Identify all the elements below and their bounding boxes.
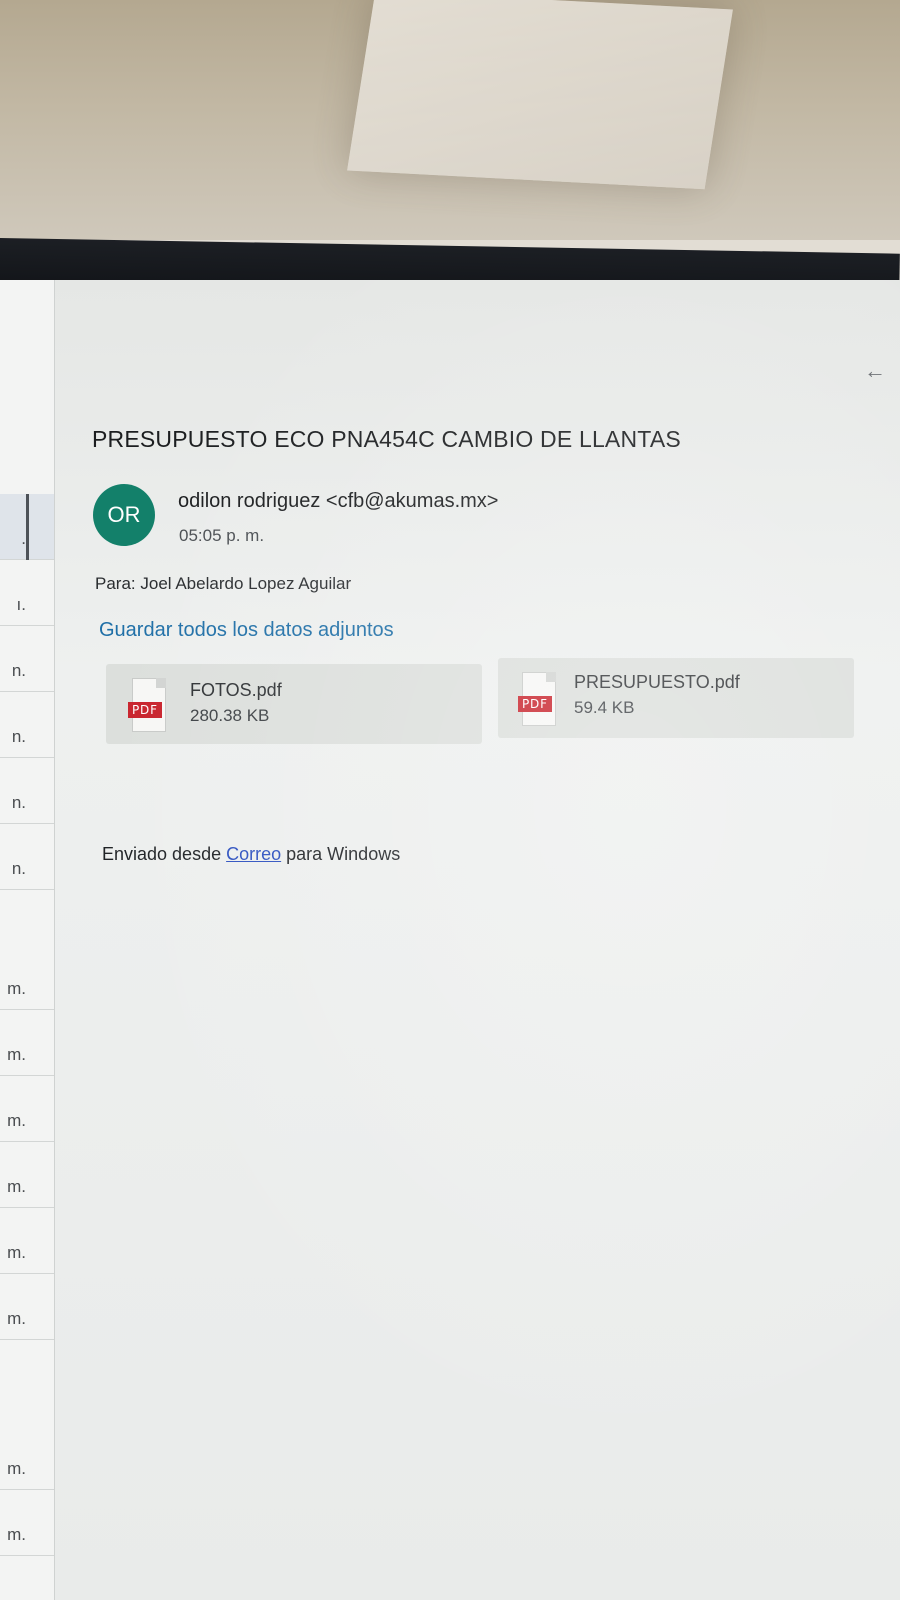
message-time: n. xyxy=(11,793,26,812)
message-list-item[interactable]: ı. xyxy=(0,560,54,626)
signature-suffix: para Windows xyxy=(286,844,401,864)
avatar-initials: OR xyxy=(107,502,141,527)
sender-name: odilon rodriguez xyxy=(178,490,321,512)
attachment-fotos[interactable]: PDF FOTOS.pdf 280.38 KB xyxy=(106,664,482,744)
mail-window: . ı. n. n. n. n. m. m. m. m. m. m. m. m.… xyxy=(0,280,900,1600)
attachment-size: 59.4 KB xyxy=(574,698,635,717)
message-list-item[interactable]: m. xyxy=(0,1142,54,1208)
save-all-attachments-link[interactable]: Guardar todos los datos adjuntos xyxy=(99,619,394,642)
back-arrow-icon[interactable]: ← xyxy=(864,358,886,384)
message-time: m. xyxy=(7,1177,26,1196)
message-list-item[interactable]: n. xyxy=(0,758,54,824)
message-time: m. xyxy=(7,1045,26,1064)
pdf-badge: PDF xyxy=(518,696,552,712)
message-list-item[interactable]: m. xyxy=(0,890,54,1010)
sender-email: <cfb@akumas.mx> xyxy=(325,490,499,512)
signature-prefix: Enviado desde xyxy=(102,844,222,864)
selected-indicator xyxy=(26,494,29,560)
message-time: n. xyxy=(11,727,26,746)
ceiling-light-panel xyxy=(347,0,733,190)
correo-link[interactable]: Correo xyxy=(226,844,281,864)
message-list-item[interactable]: n. xyxy=(0,692,54,758)
to-label: Para: xyxy=(95,574,136,593)
sender[interactable]: odilon rodriguez <cfb@akumas.mx> xyxy=(178,490,498,513)
email-time: 05:05 p. m. xyxy=(179,526,265,545)
message-time: m. xyxy=(7,1525,26,1544)
email-subject: PRESUPUESTO ECO PNA454C CAMBIO DE LLANTA… xyxy=(92,426,681,452)
message-time: n. xyxy=(11,859,26,878)
attachment-name: FOTOS.pdf xyxy=(190,680,282,700)
attachment-name: PRESUPUESTO.pdf xyxy=(574,672,740,692)
recipient-name[interactable]: Joel Abelardo Lopez Aguilar xyxy=(140,574,351,593)
avatar: OR xyxy=(93,484,155,546)
message-list-item[interactable]: m. xyxy=(0,1340,54,1490)
message-list-item[interactable]: m. xyxy=(0,1274,54,1340)
message-time: m. xyxy=(7,1459,26,1478)
message-list-item[interactable]: m. xyxy=(0,1490,54,1556)
recipient-line: Para: Joel Abelardo Lopez Aguilar xyxy=(95,574,351,594)
attachment-size: 280.38 KB xyxy=(190,706,270,725)
message-list-item[interactable]: n. xyxy=(0,626,54,692)
message-time: m. xyxy=(7,979,26,998)
message-list-item[interactable]: m. xyxy=(0,1010,54,1076)
pdf-file-icon: PDF xyxy=(518,672,558,726)
message-list-item[interactable]: n. xyxy=(0,824,54,890)
message-time: ı. xyxy=(16,595,26,614)
ceiling-background xyxy=(0,0,900,240)
email-signature: Enviado desde Correo para Windows xyxy=(102,844,400,865)
pdf-badge: PDF xyxy=(128,702,162,718)
message-time: n. xyxy=(11,661,26,680)
pdf-file-icon: PDF xyxy=(128,678,168,732)
attachment-presupuesto[interactable]: PDF PRESUPUESTO.pdf 59.4 KB xyxy=(498,658,854,738)
message-list: . ı. n. n. n. n. m. m. m. m. m. m. m. m. xyxy=(0,280,55,1600)
message-time: m. xyxy=(7,1243,26,1262)
message-time: m. xyxy=(7,1111,26,1130)
message-list-item[interactable]: m. xyxy=(0,1076,54,1142)
message-time: m. xyxy=(7,1309,26,1328)
screen-glare xyxy=(0,280,900,1600)
message-list-item[interactable]: m. xyxy=(0,1208,54,1274)
